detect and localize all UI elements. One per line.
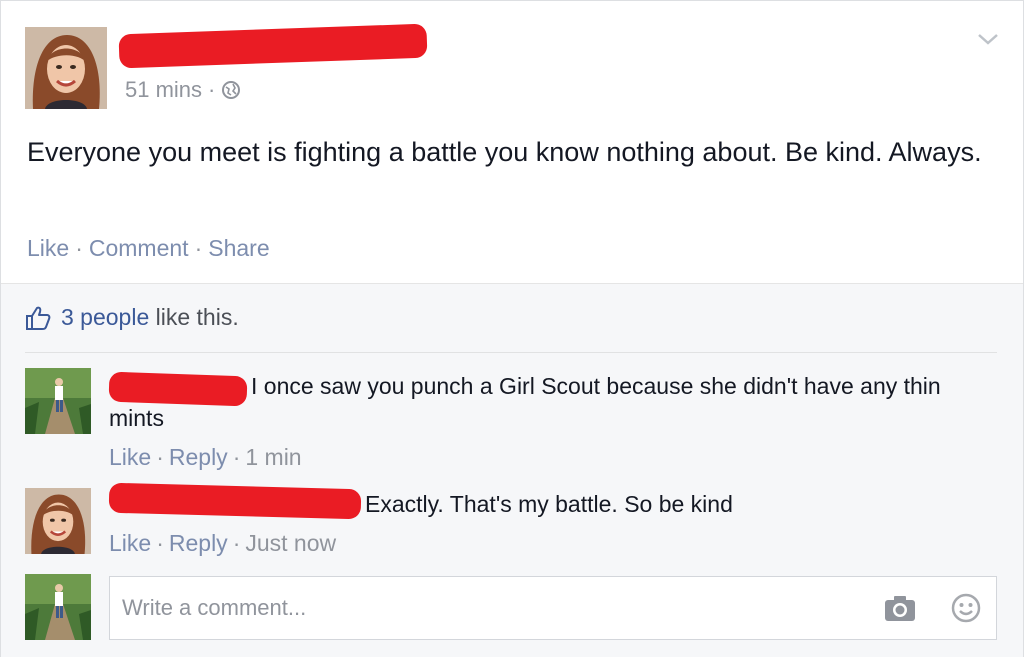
separator: ·: [156, 444, 164, 470]
emoji-icon[interactable]: [950, 592, 982, 624]
globe-icon[interactable]: [221, 80, 241, 100]
redacted-author-name[interactable]: [118, 23, 428, 69]
comment-link[interactable]: Comment: [89, 235, 189, 261]
author-avatar[interactable]: [25, 27, 107, 109]
post-timestamp[interactable]: 51 mins: [125, 77, 202, 103]
likes-summary: 3 people like this.: [25, 304, 239, 331]
separator: ·: [194, 235, 203, 261]
post-actions: Like · Comment · Share: [27, 235, 270, 262]
comment-reply-link[interactable]: Reply: [169, 444, 228, 470]
comment-time[interactable]: 1 min: [245, 444, 301, 470]
thumbs-up-icon: [26, 306, 51, 330]
reply-time[interactable]: Just now: [245, 530, 336, 556]
separator: ·: [75, 235, 83, 261]
viewer-avatar: [25, 574, 91, 640]
likes-tail-text: like this.: [155, 304, 239, 330]
chevron-down-icon[interactable]: [976, 31, 1000, 47]
post-meta: 51 mins ·: [125, 77, 241, 103]
ufi-feedback-panel: 3 people like this. I once saw you punch…: [1, 283, 1023, 657]
author-reply-avatar[interactable]: [25, 488, 91, 554]
comment-text: I once saw you punch a Girl Scout becaus…: [109, 373, 941, 431]
comment-input[interactable]: Write a comment...: [109, 576, 997, 640]
likes-count-link[interactable]: 3 people: [61, 304, 149, 330]
camera-icon[interactable]: [884, 594, 916, 622]
separator: ·: [232, 530, 241, 556]
comment-actions: Like · Reply · 1 min: [109, 444, 302, 471]
comment-like-link[interactable]: Like: [109, 444, 151, 470]
share-link[interactable]: Share: [208, 235, 269, 261]
post-card: 51 mins · Everyone you meet is fighting …: [0, 0, 1024, 657]
separator: ·: [232, 444, 241, 470]
meta-separator: ·: [208, 77, 216, 102]
post-header-area: 51 mins · Everyone you meet is fighting …: [1, 1, 1023, 283]
separator: ·: [156, 530, 164, 556]
comment-input-placeholder: Write a comment...: [122, 595, 307, 620]
reply-reply-link[interactable]: Reply: [169, 530, 228, 556]
divider: [25, 352, 997, 353]
post-text: Everyone you meet is fighting a battle y…: [27, 137, 982, 167]
redacted-author-reply-name[interactable]: [108, 482, 362, 520]
commenter-avatar[interactable]: [25, 368, 91, 434]
reply-actions: Like · Reply · Just now: [109, 530, 336, 557]
like-link[interactable]: Like: [27, 235, 69, 261]
reply-like-link[interactable]: Like: [109, 530, 151, 556]
reply-text: Exactly. That's my battle. So be kind: [365, 491, 733, 517]
